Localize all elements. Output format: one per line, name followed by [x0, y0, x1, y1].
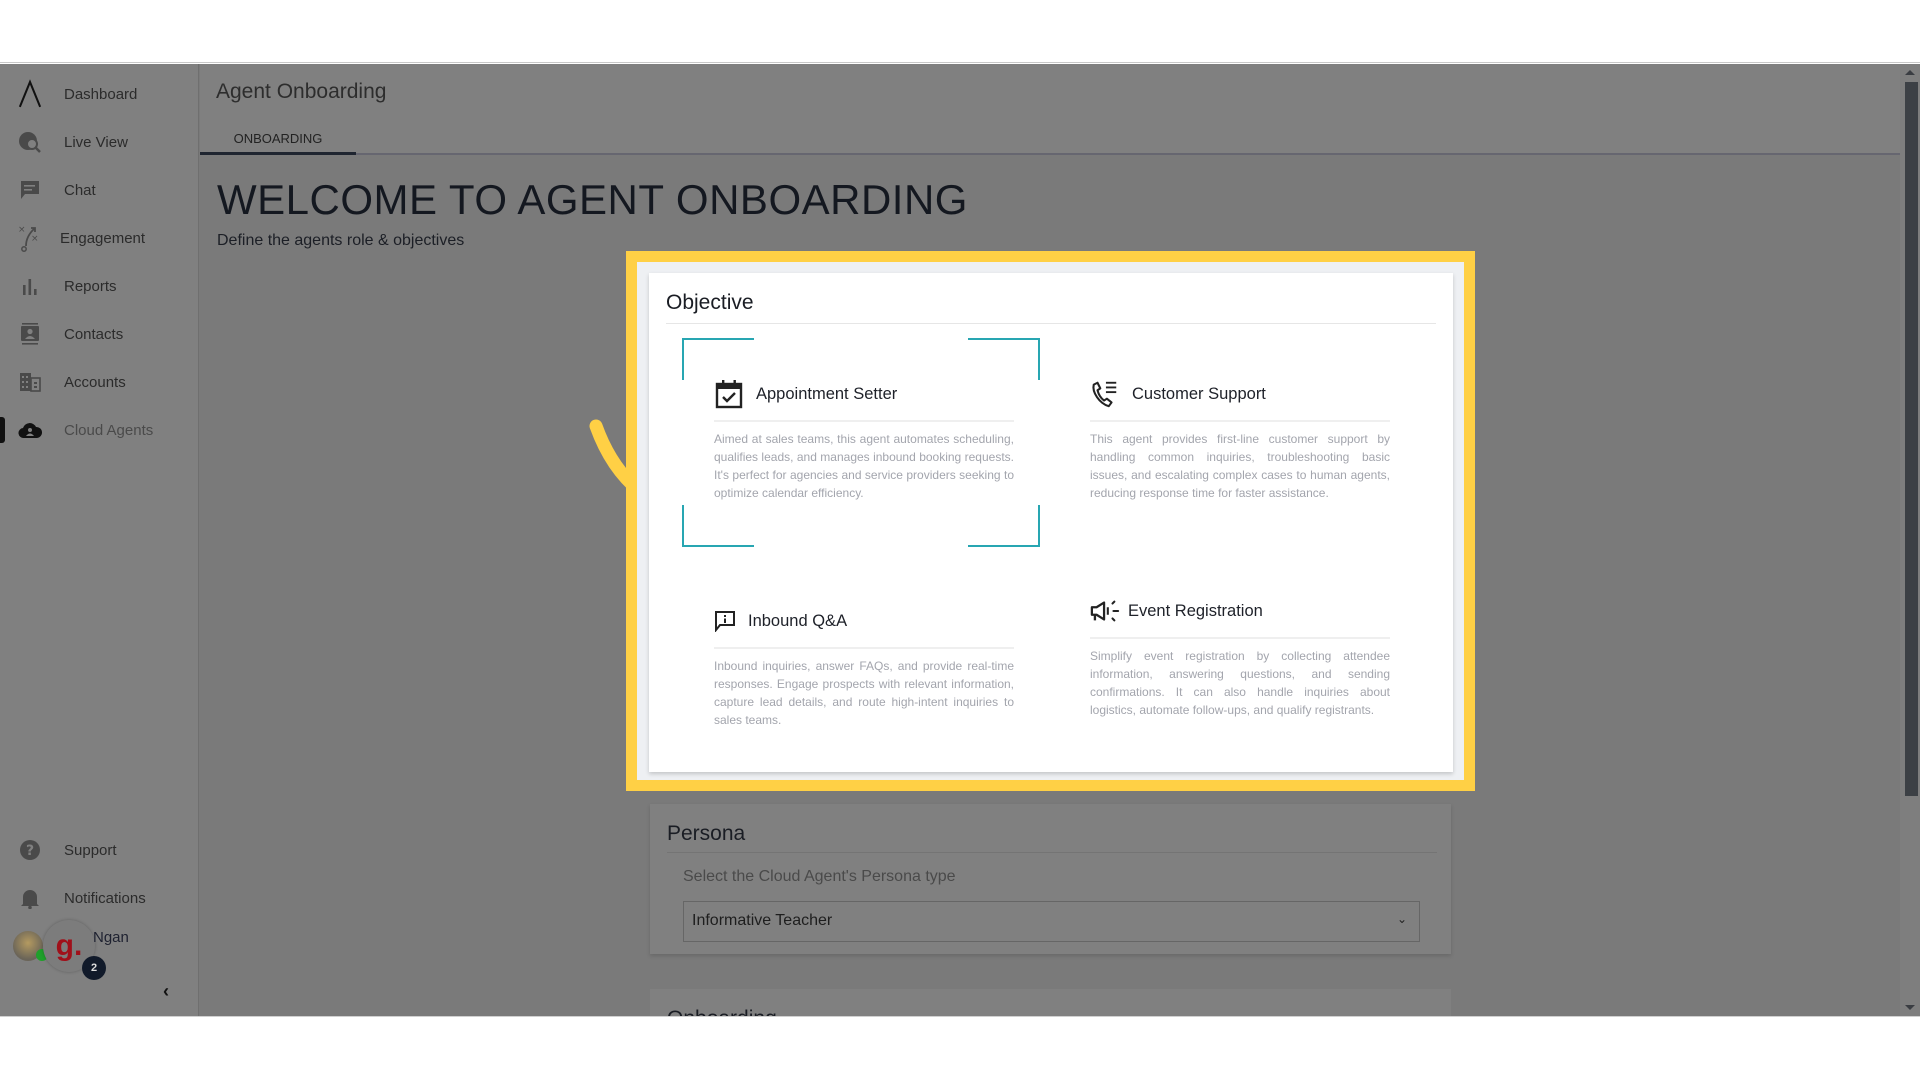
option-name: Event Registration [1128, 601, 1263, 620]
onboarding-card: Onboarding [650, 989, 1451, 1016]
divider [1090, 637, 1390, 639]
divider [714, 420, 1014, 422]
sidebar-item-dashboard[interactable]: Dashboard [0, 74, 199, 114]
chevron-down-icon: ⌄ [1396, 912, 1407, 926]
sidebar-item-live-view[interactable]: Live View [0, 122, 199, 162]
persona-select-label: Select the Cloud Agent's Persona type [683, 868, 956, 885]
sidebar-item-cloud-agents[interactable]: Cloud Agents [0, 410, 199, 450]
objective-card: Objective Appointment Setter Aimed at sa… [649, 273, 1453, 772]
sidebar-item-support[interactable]: ? Support [0, 830, 199, 870]
tab-onboarding[interactable]: ONBOARDING [200, 120, 356, 155]
info-message-icon [714, 606, 736, 636]
sidebar-item-label: Dashboard [64, 85, 138, 103]
selection-corner [968, 338, 1040, 380]
objective-option-appointment-setter[interactable]: Appointment Setter Aimed at sales teams,… [714, 376, 1014, 502]
bell-icon [18, 886, 42, 910]
page-header: Agent Onboarding ONBOARDING [200, 64, 1900, 155]
divider [667, 852, 1437, 853]
sidebar-item-engagement[interactable]: × × Engagement [0, 218, 199, 258]
selection-corner [682, 505, 754, 547]
objective-title: Objective [666, 291, 754, 314]
svg-text:×: × [18, 225, 26, 235]
objective-option-inbound-qa[interactable]: Inbound Q&A Inbound inquiries, answer FA… [714, 603, 1014, 729]
user-name: Ngan [93, 929, 129, 946]
sidebar-item-label: Support [64, 841, 117, 859]
option-name: Customer Support [1132, 384, 1266, 403]
sidebar-item-label: Engagement [60, 229, 146, 247]
scroll-up-arrow-icon[interactable] [1905, 70, 1915, 75]
collapse-sidebar-button[interactable]: ‹ [163, 981, 169, 1002]
bottom-whitespace [0, 1016, 1920, 1080]
objective-option-customer-support[interactable]: Customer Support This agent provides fir… [1090, 376, 1390, 502]
sidebar-item-label: Contacts [64, 325, 124, 343]
selection-corner [682, 338, 754, 380]
svg-text:?: ? [26, 843, 34, 859]
scrollbar-thumb[interactable] [1905, 82, 1918, 796]
option-description: Simplify event registration by collectin… [1090, 649, 1390, 717]
vertical-scrollbar[interactable] [1900, 64, 1920, 1016]
svg-text:×: × [31, 234, 39, 244]
sidebar-item-notifications[interactable]: Notifications [0, 878, 199, 918]
help-icon: ? [18, 838, 42, 862]
sidebar-item-reports[interactable]: Reports [0, 266, 199, 306]
option-name: Inbound Q&A [748, 611, 848, 630]
building-icon [18, 370, 42, 394]
divider [714, 647, 1014, 649]
option-description: This agent provides first-line customer … [1090, 432, 1390, 500]
sidebar: Dashboard Live View Chat × × Engagement R… [0, 64, 199, 1016]
main-content: Agent Onboarding ONBOARDING WELCOME TO A… [200, 64, 1900, 1016]
divider [1090, 420, 1390, 422]
divider [666, 323, 1436, 324]
phone-list-icon [1090, 379, 1120, 409]
persona-title: Persona [667, 822, 746, 845]
megaphone-icon [1090, 596, 1120, 626]
option-description: Inbound inquiries, answer FAQs, and prov… [714, 659, 1014, 727]
scroll-down-arrow-icon[interactable] [1905, 1005, 1915, 1010]
welcome-heading: WELCOME TO AGENT ONBOARDING [217, 176, 968, 223]
active-tab-underline [200, 152, 356, 155]
sidebar-item-label: Notifications [64, 889, 146, 907]
sidebar-item-label: Reports [64, 277, 117, 295]
app-window: Dashboard Live View Chat × × Engagement R… [0, 64, 1920, 1016]
persona-type-select[interactable]: Informative Teacher ⌄ [683, 901, 1420, 942]
option-name: Appointment Setter [756, 384, 898, 403]
sidebar-item-label: Cloud Agents [64, 421, 154, 439]
bar-chart-icon [18, 274, 42, 298]
calendar-check-icon [714, 379, 744, 409]
contacts-icon [18, 322, 42, 346]
selection-corner [968, 505, 1040, 547]
active-indicator [0, 417, 5, 443]
sidebar-item-chat[interactable]: Chat [0, 170, 199, 210]
sidebar-item-label: Accounts [64, 373, 126, 391]
sidebar-item-accounts[interactable]: Accounts [0, 362, 199, 402]
sidebar-item-label: Chat [64, 181, 96, 199]
chat-icon [18, 178, 42, 202]
live-view-icon [18, 130, 42, 154]
notification-count-badge: 2 [82, 956, 106, 980]
top-whitespace [0, 0, 1920, 63]
logo-icon [18, 79, 42, 108]
persona-card: Persona Select the Cloud Agent's Persona… [650, 804, 1451, 954]
sidebar-item-contacts[interactable]: Contacts [0, 314, 199, 354]
sidebar-item-label: Live View [64, 133, 128, 151]
persona-selected-value: Informative Teacher [692, 912, 833, 929]
option-description: Aimed at sales teams, this agent automat… [714, 432, 1014, 500]
objective-highlight-frame: Objective Appointment Setter Aimed at sa… [626, 251, 1475, 791]
engagement-icon: × × [18, 225, 42, 252]
objective-option-event-registration[interactable]: Event Registration Simplify event regist… [1090, 593, 1390, 719]
cloud-agent-icon [18, 418, 42, 442]
welcome-subtitle: Define the agents role & objectives [217, 232, 465, 249]
onboarding-section-title: Onboarding [667, 1007, 777, 1016]
page-title: Agent Onboarding [216, 80, 387, 103]
